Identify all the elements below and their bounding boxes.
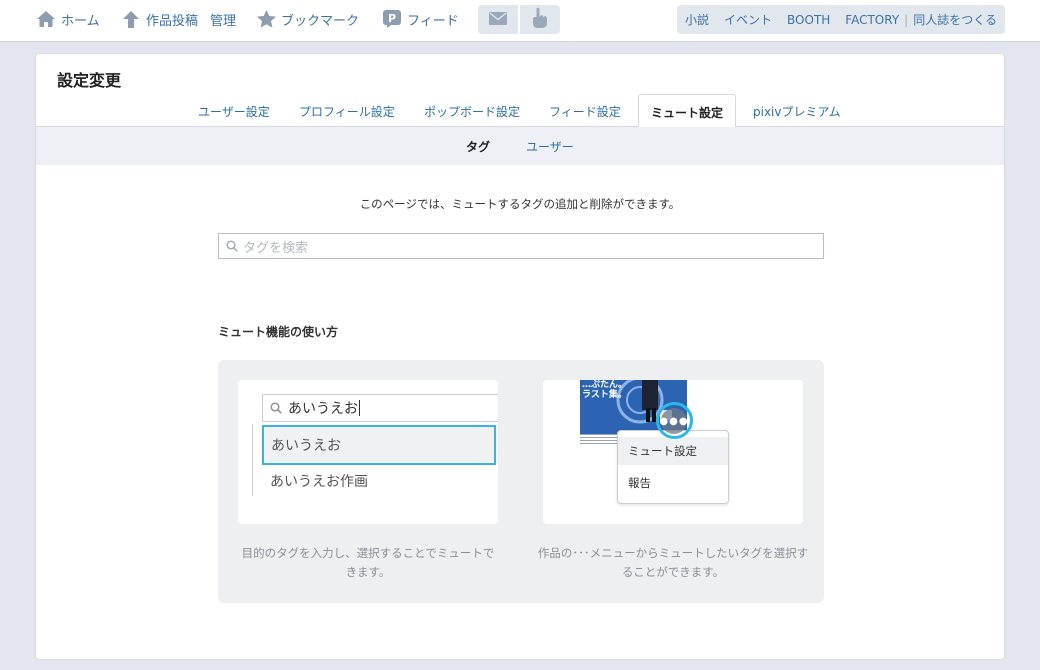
- link-event[interactable]: イベント: [724, 11, 772, 28]
- mute-subtabs: タグ ユーザー: [36, 127, 1004, 165]
- upload-arrow-icon: [121, 9, 141, 29]
- tag-search-input[interactable]: タグを検索: [218, 233, 824, 259]
- tab-mute-settings[interactable]: ミュート設定: [638, 94, 737, 128]
- nav-manage[interactable]: 管理: [210, 0, 236, 38]
- demo-search-icon: [270, 399, 282, 418]
- link-novel[interactable]: 小説: [685, 11, 709, 28]
- page-description: このページでは、ミュートするタグの追加と削除ができます。: [359, 197, 681, 211]
- home-icon: [36, 9, 56, 29]
- howto-title: ミュート機能の使い方: [218, 325, 339, 339]
- demo-suggestion-selected: あいうえお: [262, 425, 496, 465]
- nav-feed[interactable]: P フィード: [382, 0, 459, 38]
- svg-text:P: P: [388, 12, 396, 25]
- settings-panel: 設定変更 ユーザー設定 プロフィール設定 ポップボード設定 フィード設定 ミュー…: [35, 53, 1005, 660]
- artwork-caption: …ぷたん。 ラスト集。: [582, 380, 628, 400]
- star-icon: [256, 9, 276, 29]
- demo-context-menu: ミュート設定 報告: [617, 430, 729, 504]
- howto-box: あいうえお あいうえお あいうえお作画 …ぷたん。 ラスト集。 ミュート設定 報…: [218, 360, 824, 603]
- feed-icon: P: [382, 9, 402, 29]
- settings-tabs: ユーザー設定 プロフィール設定 ポップボード設定 フィード設定 ミュート設定 p…: [36, 94, 1004, 128]
- demo-suggestion: あいうえお作画: [270, 474, 368, 490]
- top-navigation-bar: ホーム 作品投稿 管理 ブックマーク P フィード 小説 イベント BOOTH: [0, 0, 1040, 42]
- text-caret: [359, 400, 360, 416]
- tab-popboard-settings[interactable]: ポップボード設定: [424, 103, 520, 120]
- howto-caption-menu: 作品の･･･メニューからミュートしたいタグを選択することができます。: [537, 546, 809, 579]
- demo-search-field: あいうえお: [262, 394, 498, 422]
- nav-feed-label: フィード: [407, 13, 459, 29]
- nav-home[interactable]: ホーム: [36, 0, 100, 38]
- subtab-tags[interactable]: タグ: [466, 138, 490, 155]
- search-icon: [226, 240, 238, 252]
- search-placeholder: タグを検索: [243, 240, 309, 256]
- nav-upload-label: 作品投稿: [146, 13, 199, 29]
- nav-manage-label: 管理: [210, 13, 237, 29]
- link-doujinshi[interactable]: 同人誌をつくる: [913, 11, 997, 28]
- tab-pixiv-premium[interactable]: pixivプレミアム: [753, 103, 841, 120]
- highlight-ring: [656, 402, 693, 439]
- howto-menu-illustration: …ぷたん。 ラスト集。 ミュート設定 報告 ●●●: [543, 380, 803, 524]
- notification-hand-icon: [531, 7, 549, 33]
- nav-upload[interactable]: 作品投稿: [121, 0, 198, 38]
- messages-button[interactable]: [478, 5, 518, 34]
- nav-bookmark[interactable]: ブックマーク: [256, 0, 359, 38]
- nav-home-label: ホーム: [61, 13, 100, 29]
- subtab-users[interactable]: ユーザー: [526, 138, 574, 155]
- howto-caption-search: 目的のタグを入力し、選択することでミュートできます。: [241, 546, 495, 579]
- notifications-button[interactable]: [520, 5, 560, 34]
- link-separator: |: [904, 12, 909, 27]
- external-links: 小説 イベント BOOTH FACTORY | 同人誌をつくる: [677, 5, 1005, 34]
- link-booth[interactable]: BOOTH: [787, 13, 830, 27]
- demo-menu-mute: ミュート設定: [618, 437, 728, 465]
- demo-menu-report: 報告: [628, 476, 651, 490]
- tab-user-settings[interactable]: ユーザー設定: [198, 103, 270, 120]
- tab-feed-settings[interactable]: フィード設定: [549, 103, 621, 120]
- nav-bookmark-label: ブックマーク: [281, 13, 360, 29]
- mail-icon: [489, 10, 507, 29]
- link-factory[interactable]: FACTORY: [845, 13, 899, 27]
- page-title: 設定変更: [57, 71, 122, 90]
- tab-profile-settings[interactable]: プロフィール設定: [299, 103, 395, 120]
- demo-suggestion-list: あいうえお あいうえお作画: [252, 424, 498, 496]
- howto-search-illustration: あいうえお あいうえお あいうえお作画: [238, 380, 498, 524]
- demo-search-text: あいうえお: [288, 401, 358, 417]
